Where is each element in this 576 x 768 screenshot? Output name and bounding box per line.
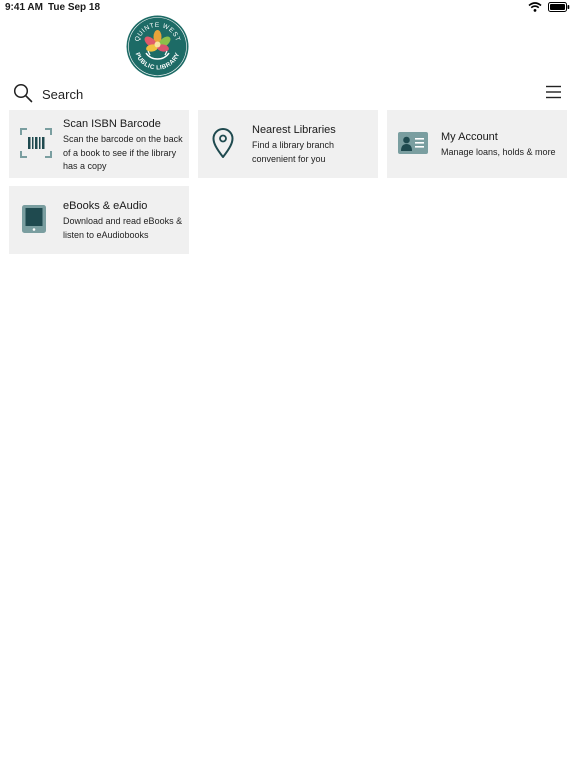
search-icon[interactable] [13,83,33,103]
map-pin-icon [208,126,242,160]
search-input[interactable] [42,83,522,105]
status-date: Tue Sep 18 [48,2,101,13]
card-title: Scan ISBN Barcode [63,118,161,130]
menu-icon[interactable] [546,85,561,99]
tablet-icon [19,202,53,236]
status-bar: 9:41 AM Tue Sep 18 [0,0,576,16]
card-title: Nearest Libraries [252,124,336,136]
battery-icon [548,2,570,15]
card-my-account[interactable]: My Account Manage loans, holds & more [387,110,567,178]
card-nearest-libraries[interactable]: Nearest Libraries Find a library branch … [198,110,378,178]
id-card-icon [397,126,431,160]
card-description: Download and read eBooks & listen to eAu… [63,216,183,240]
card-title: My Account [441,131,498,143]
status-icons [528,2,570,15]
search-bar [0,80,576,108]
card-description: Manage loans, holds & more [441,147,556,157]
card-description: Find a library branch convenient for you [252,140,335,164]
library-logo: QUINTE WEST PUBLIC LIBRARY [126,15,189,78]
barcode-icon [19,126,53,160]
status-time: 9:41 AM [5,2,43,13]
wifi-icon [528,2,542,15]
card-title: eBooks & eAudio [63,200,148,212]
card-description: Scan the barcode on the back of a book t… [63,134,183,171]
card-scan-isbn[interactable]: Scan ISBN Barcode Scan the barcode on th… [9,110,189,178]
card-ebooks-eaudio[interactable]: eBooks & eAudio Download and read eBooks… [9,186,189,254]
